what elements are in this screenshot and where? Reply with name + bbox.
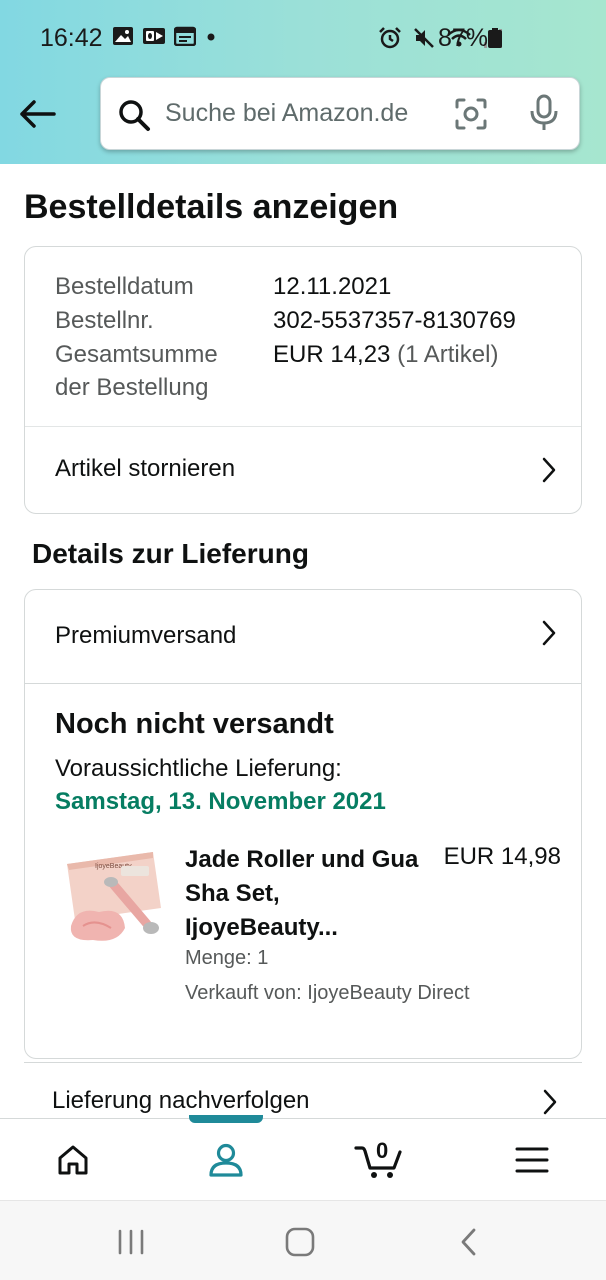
- order-number-value: 302-5537357-8130769: [273, 307, 516, 334]
- calendar-icon: [174, 26, 196, 46]
- alarm-icon: [379, 27, 401, 49]
- mute-icon: [414, 28, 434, 48]
- microphone-icon[interactable]: [529, 94, 559, 132]
- battery-percentage: 87%: [438, 24, 489, 52]
- outlook-icon: [143, 28, 165, 44]
- product-quantity: Menge: 1: [185, 947, 269, 969]
- product-title-line: Jade Roller und Gua: [185, 846, 419, 873]
- product-title[interactable]: Jade Roller und Gua Sha Set, IjoyeBeauty…: [185, 843, 435, 945]
- search-icon: [119, 100, 150, 131]
- product-title-line: Sha Set,: [185, 880, 280, 907]
- menu-icon: [515, 1147, 549, 1173]
- estimated-delivery-date: Samstag, 13. November 2021: [55, 788, 386, 815]
- order-date-label: Bestelldatum: [55, 273, 194, 300]
- order-total-label-line1: Gesamtsumme: [55, 341, 218, 368]
- status-time: 16:42: [40, 24, 103, 52]
- product-title-line: IjoyeBeauty...: [185, 914, 338, 941]
- home-button-icon[interactable]: [284, 1227, 316, 1257]
- home-icon: [58, 1145, 88, 1175]
- system-navigation-bar: [0, 1200, 606, 1280]
- order-summary-card: Bestelldatum 12.11.2021 Bestellnr. 302-5…: [24, 246, 582, 514]
- shipment-status: Noch nicht versandt: [55, 708, 334, 740]
- bottom-navigation: [0, 1115, 606, 1201]
- cart-count-badge: 0: [376, 1138, 389, 1163]
- chevron-right-icon: [542, 457, 556, 483]
- app-header: 16:42 87%: [0, 0, 606, 164]
- order-total-items: (1 Artikel): [397, 341, 499, 368]
- nav-account[interactable]: [186, 1119, 266, 1201]
- image-icon: [113, 27, 133, 45]
- status-bar: 16:42 87%: [0, 0, 606, 78]
- search-bar[interactable]: [100, 77, 580, 150]
- divider: [25, 683, 581, 684]
- recent-apps-icon[interactable]: [116, 1229, 146, 1255]
- page-title: Bestelldetails anzeigen: [24, 188, 399, 226]
- chevron-right-icon: [543, 1089, 557, 1115]
- camera-lens-icon[interactable]: [453, 96, 489, 132]
- track-delivery-label: Lieferung nachverfolgen: [52, 1087, 310, 1114]
- cancel-items-row[interactable]: Artikel stornieren: [25, 427, 581, 513]
- delivery-card: Premiumversand Noch nicht versandt Vorau…: [24, 589, 582, 1059]
- shipping-method-row[interactable]: Premiumversand: [25, 590, 581, 684]
- status-icons-left: [112, 26, 218, 46]
- order-date-value: 12.11.2021: [273, 273, 392, 300]
- dot-icon: [207, 33, 215, 41]
- battery-icon: [488, 28, 502, 48]
- back-arrow-icon[interactable]: [18, 94, 58, 134]
- order-total-label-line2: der Bestellung: [55, 374, 209, 401]
- nav-menu[interactable]: [492, 1119, 572, 1201]
- order-number-label: Bestellnr.: [55, 307, 154, 334]
- shipping-method-label: Premiumversand: [55, 622, 237, 649]
- order-total-amount: EUR 14,23: [273, 341, 391, 368]
- track-delivery-row[interactable]: Lieferung nachverfolgen: [24, 1062, 582, 1118]
- order-total-value: EUR 14,23 (1 Artikel): [273, 341, 498, 369]
- search-input[interactable]: [165, 78, 437, 149]
- cancel-items-label: Artikel stornieren: [55, 455, 236, 482]
- product-seller: Verkauft von: IjoyeBeauty Direct: [185, 982, 470, 1004]
- product-price: EUR 14,98: [443, 843, 561, 870]
- delivery-section-title: Details zur Lieferung: [32, 538, 309, 569]
- estimated-delivery-label: Voraussichtliche Lieferung:: [55, 755, 342, 782]
- user-icon: [209, 1143, 243, 1177]
- chevron-right-icon: [542, 620, 556, 646]
- back-button-icon[interactable]: [458, 1227, 480, 1257]
- product-image[interactable]: IjoyeBeauty: [61, 846, 165, 950]
- nav-home[interactable]: [33, 1119, 113, 1201]
